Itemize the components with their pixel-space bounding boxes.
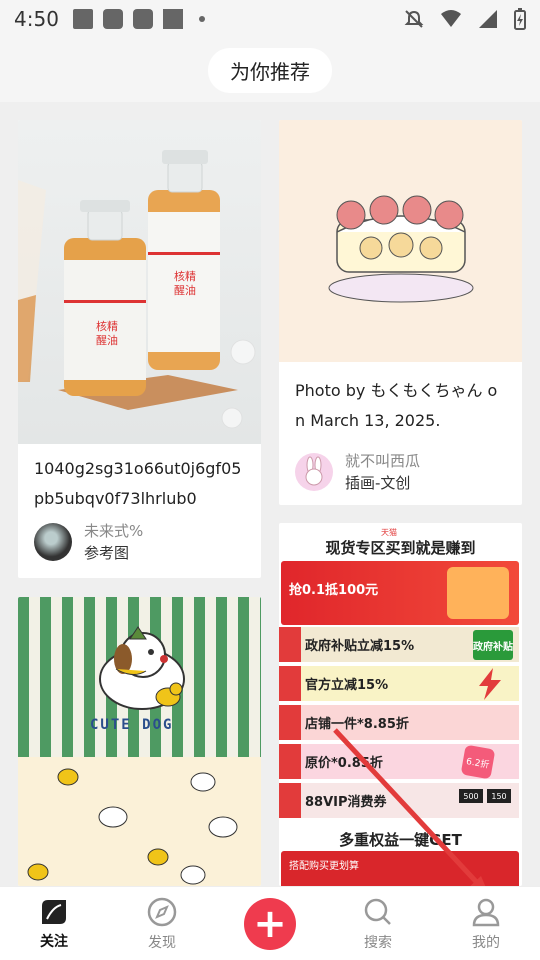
card-title: Photo by もくもくちゃん on March 13, 2025. (295, 381, 498, 430)
card-image-promo: 天猫 现货专区买到就是赚到 抢0.1抵100元 政府补贴立减15% 政府补贴 官… (279, 523, 522, 886)
feed-card[interactable]: Photo by もくもくちゃん on March 13, 2025. 就不叫西… (279, 120, 522, 505)
promo-row-text: 原价*0.85折 (305, 756, 383, 771)
status-bar: 4:50 (0, 0, 540, 38)
battery-icon (514, 8, 526, 30)
nav-create[interactable]: + (216, 887, 324, 960)
follow-icon (42, 899, 66, 924)
svg-text:核精: 核精 (174, 269, 196, 283)
promo-row: 店铺一件*8.85折 (279, 705, 519, 740)
svg-text:核精: 核精 (96, 319, 118, 333)
status-time: 4:50 (14, 7, 59, 31)
search-icon (364, 898, 391, 925)
feed-card[interactable]: CUTE DOG (18, 597, 261, 886)
lightning-icon (479, 668, 501, 700)
nav-label: 我的 (472, 934, 500, 951)
promo-banner: 抢0.1抵100元 (281, 561, 519, 625)
app-notification-icon (102, 9, 123, 29)
card-title: 1040g2sg31o66ut0j6gf05pb5ubqv0f73lhrlub0 (34, 459, 242, 508)
nav-label: 发现 (148, 934, 176, 951)
author-tag: 插画-文创 (345, 474, 411, 492)
promo-footer: 多重权益一键GET (339, 831, 462, 849)
promo-row-text: 店铺一件*8.85折 (305, 717, 409, 732)
mute-icon (404, 10, 424, 28)
promo-row: 政府补贴立减15% 政府补贴 (279, 627, 519, 662)
wifi-icon (441, 10, 461, 27)
author-name: 就不叫西瓜 (345, 452, 421, 470)
gift-box-icon (447, 567, 509, 619)
app-notification-icon (132, 9, 153, 29)
card-image-cake (279, 120, 522, 362)
promo-bottom-banner: 搭配购买更划算 (281, 851, 519, 886)
svg-text:醒油: 醒油 (96, 333, 118, 347)
avatar (34, 523, 72, 561)
recommend-tab[interactable]: 为你推荐 (208, 47, 332, 93)
cute-dog-text: CUTE DOG (90, 717, 174, 733)
app-notification-icon (162, 9, 183, 29)
discount-tag: 6.2折 (460, 744, 496, 780)
promo-row-text: 政府补贴立减15% (305, 639, 415, 654)
bottom-nav: 关注 发现 + 搜索 我的 (0, 886, 540, 960)
nav-profile[interactable]: 我的 (432, 887, 540, 960)
author-name: 未来式% (84, 522, 144, 540)
coupon-150: 150 (487, 789, 511, 803)
promo-row: 官方立减15% (279, 666, 519, 701)
profile-icon (472, 898, 500, 926)
card-image-serum: 核精 醒油 核精 醒油 (18, 120, 261, 444)
nav-follow[interactable]: 关注 (0, 887, 108, 960)
card-author[interactable]: 就不叫西瓜 插画-文创 (279, 450, 436, 494)
promo-footer2: 搭配购买更划算 (289, 861, 359, 872)
nav-search[interactable]: 搜索 (324, 887, 432, 960)
card-image-pattern (18, 757, 261, 886)
promo-badge: 政府补贴 (473, 630, 513, 660)
promo-top-line: 抢0.1抵100元 (289, 583, 379, 598)
promo-row-marker (279, 744, 301, 779)
promo-row-marker (279, 666, 301, 701)
feed-card[interactable]: 核精 醒油 核精 醒油 1040g2sg31o66ut0j6gf05pb5ubq… (18, 120, 261, 578)
promo-row-text: 官方立减15% (305, 678, 389, 693)
more-notifications-icon (198, 16, 205, 22)
page-header: 为你推荐 (0, 38, 540, 102)
nav-label: 搜索 (364, 934, 392, 951)
promo-row-marker (279, 705, 301, 740)
card-author[interactable]: 未来式% 参考图 (18, 520, 159, 564)
compass-icon (147, 897, 177, 926)
promo-heading: 现货专区买到就是赚到 (325, 539, 476, 557)
author-tag: 参考图 (84, 544, 130, 562)
plus-icon[interactable]: + (244, 897, 296, 950)
svg-text:醒油: 醒油 (174, 283, 196, 297)
image-notification-icon (72, 9, 93, 29)
signal-icon (479, 10, 497, 28)
promo-row: 88VIP消费券 500 150 (279, 783, 519, 818)
nav-discover[interactable]: 发现 (108, 887, 216, 960)
card-image-dog: CUTE DOG (18, 597, 261, 757)
promo-row: 原价*0.85折 6.2折 (279, 744, 519, 780)
promo-row-text: 88VIP消费券 (305, 795, 387, 810)
nav-label: 关注 (40, 933, 68, 950)
avatar (295, 453, 333, 491)
promo-row-marker (279, 627, 301, 662)
coupon-500: 500 (459, 789, 483, 803)
promo-row-marker (279, 783, 301, 818)
feed-card[interactable]: 天猫 现货专区买到就是赚到 抢0.1抵100元 政府补贴立减15% 政府补贴 官… (279, 523, 522, 886)
